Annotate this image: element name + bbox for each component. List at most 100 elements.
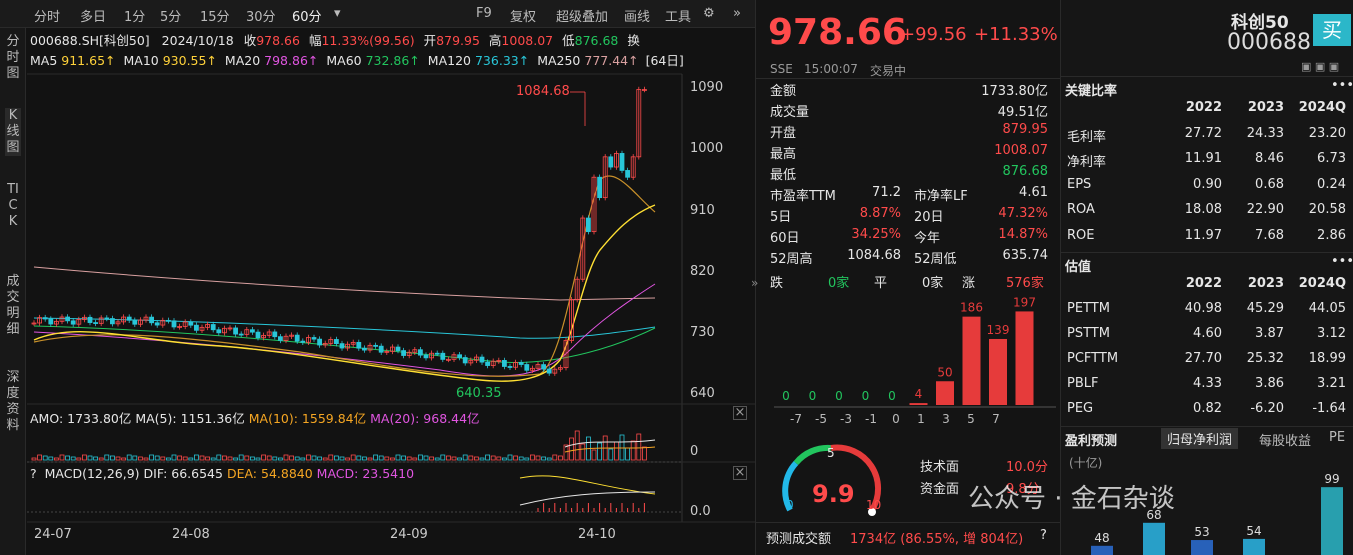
candle-body: [110, 318, 115, 325]
candle-body: [42, 317, 48, 320]
dist-bar: [989, 338, 1007, 405]
amo-bar: [546, 457, 552, 461]
candle-body: [104, 317, 110, 320]
stat-grid-row: 52周高 1084.68 52周低 635.74: [756, 248, 1056, 269]
y-tick: 1090: [690, 80, 724, 95]
candle-body: [311, 337, 317, 340]
amo-bar: [261, 454, 267, 461]
amo-bar: [445, 455, 451, 461]
y-tick: 640: [690, 386, 715, 401]
y-tick: 730: [690, 325, 715, 340]
amo-bar: [350, 454, 356, 461]
table-cell: -1.64: [1312, 401, 1346, 416]
amo-bar: [384, 456, 390, 461]
table-cell: 20.58: [1308, 202, 1346, 217]
amo-bar: [93, 456, 98, 461]
panel-icons[interactable]: ▣ ▣ ▣: [1301, 60, 1339, 73]
kline-panel: 分时 多日 1分 5分 15分 30分 60分 ▾ F9 复权 超级叠加 画线 …: [0, 0, 755, 555]
candle-body: [625, 170, 630, 178]
dist-value: 0: [888, 389, 896, 403]
flat-count: 0家: [922, 276, 944, 291]
table-cell: 27.72: [1184, 125, 1222, 141]
close-pane-icon[interactable]: ×: [733, 406, 747, 420]
amo-bar: [597, 442, 602, 461]
ma250-line: [33, 266, 656, 301]
table-row: EPS 0.90 0.68 0.24: [1061, 177, 1353, 198]
amo-bar: [272, 456, 278, 461]
amo-volume-bars: [31, 430, 647, 461]
amo-bar: [171, 454, 177, 461]
candle-body: [518, 362, 524, 365]
stat-row: 最低 876.68: [756, 164, 1056, 185]
candle-body: [48, 318, 54, 325]
stat-value: 14.87%: [998, 227, 1048, 242]
candlestick-series: [31, 86, 647, 376]
profit-bar: [1091, 545, 1113, 555]
amo-bar: [104, 454, 110, 461]
amo-bar: [423, 455, 429, 461]
tab-pe[interactable]: PE: [1329, 430, 1345, 445]
amo-bar: [300, 457, 306, 461]
fund-label: 资金面: [920, 482, 960, 497]
candle-body: [233, 327, 239, 335]
amo-bar: [165, 457, 171, 461]
table-header: 2022 2023 2024Q: [1061, 276, 1353, 297]
amo-bar: [462, 454, 468, 461]
macd-dif: DIF: 66.6545: [143, 466, 223, 481]
amo-bar: [115, 456, 121, 461]
profit-value: 54: [1246, 524, 1261, 538]
amo-bar: [221, 455, 227, 461]
dist-bar: [1015, 311, 1034, 405]
macd-axis: 0.0: [690, 504, 711, 519]
amo-bar: [177, 455, 183, 461]
tab-eps[interactable]: 每股收益: [1259, 430, 1311, 449]
close-macd-icon[interactable]: ×: [733, 466, 747, 480]
amo-bar: [42, 455, 48, 461]
forecast-value: 1734亿 (86.55%, 增 804亿): [850, 532, 1024, 547]
fundamentals-panel: 科创50 000688 买 ▣ ▣ ▣ 关键比率 ••• 2022 2023 202…: [1060, 0, 1353, 555]
amo-bar: [552, 454, 558, 461]
amo-bar: [524, 457, 530, 461]
valuation-more-icon[interactable]: •••: [1331, 254, 1353, 269]
candle-body: [378, 345, 384, 353]
low-marker: 640.35: [456, 386, 502, 401]
table-row: 毛利率 27.72 24.33 23.20: [1061, 126, 1353, 147]
amo-bar: [457, 457, 463, 461]
high-marker: 1084.68: [516, 84, 570, 99]
profit-bar: [1191, 540, 1213, 555]
table-cell: 27.70: [1184, 351, 1222, 366]
stat-value: 71.2: [872, 185, 901, 200]
forecast-label: 预测成交额: [766, 532, 832, 547]
tab-net-profit[interactable]: 归母净利润: [1161, 428, 1239, 449]
amo-bar: [485, 454, 491, 461]
buy-button[interactable]: 买: [1313, 14, 1351, 46]
table-cell: 3.21: [1317, 376, 1346, 391]
x-tick: 24-08: [172, 527, 210, 542]
macd-help-icon[interactable]: ?: [30, 466, 37, 481]
forecast-help-icon[interactable]: ?: [1040, 528, 1047, 543]
candle-body: [361, 347, 367, 351]
amo-bar: [76, 457, 82, 461]
collapse-icon[interactable]: »: [751, 276, 758, 290]
amo-bar: [361, 456, 367, 461]
amo-bar: [530, 454, 535, 461]
amo-bar: [216, 454, 222, 461]
stat-value: 879.95: [1002, 122, 1049, 137]
ratios-more-icon[interactable]: •••: [1331, 78, 1353, 93]
amo-bar: [401, 455, 407, 461]
amo-bar: [558, 455, 563, 461]
amo-bar: [367, 457, 373, 461]
amo-bar: [126, 454, 132, 461]
amo-bar: [642, 446, 647, 461]
table-cell: 40.98: [1184, 301, 1222, 316]
macd-histogram: [537, 503, 645, 512]
stat-value: 34.25%: [851, 227, 901, 242]
stat-value: 1733.80亿: [981, 84, 1048, 99]
amo-bar: [65, 455, 70, 461]
amo-bar: [311, 455, 317, 461]
dist-value: 0: [782, 389, 790, 403]
amo-bar: [70, 456, 76, 461]
candle-body: [501, 360, 507, 367]
amo-bar: [322, 457, 328, 461]
candle-body: [272, 331, 278, 338]
